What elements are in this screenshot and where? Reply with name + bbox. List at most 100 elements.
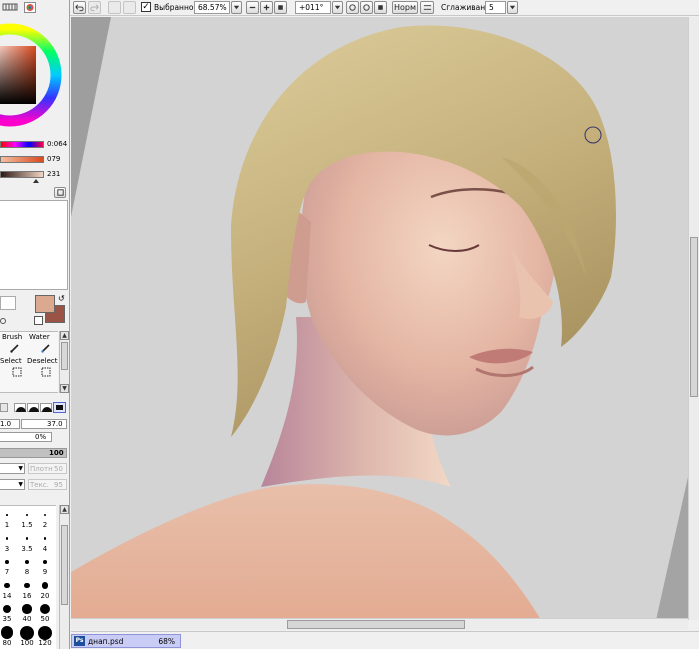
brush-shape-square[interactable] xyxy=(53,402,66,413)
brush-size-preset[interactable]: 1.5 xyxy=(18,508,36,531)
rotate-left-icon xyxy=(349,4,356,11)
brush-size-preset[interactable]: 8 xyxy=(18,555,36,578)
brush-size-preset[interactable]: 1 xyxy=(0,508,16,531)
tool-list-scroll-thumb[interactable] xyxy=(61,342,68,370)
rotate-right-button[interactable] xyxy=(360,1,373,14)
chevron-down-icon: ▼ xyxy=(18,481,23,488)
hue-slider[interactable] xyxy=(0,141,44,148)
brush-size-preset[interactable]: 35 xyxy=(0,602,16,625)
brush-size-preset[interactable]: 120 xyxy=(36,625,54,649)
brush-mode-dropdown[interactable]: ▼ xyxy=(0,463,25,474)
vertical-scroll-thumb[interactable] xyxy=(690,237,698,397)
brush-size-preset[interactable]: 80 xyxy=(0,626,16,649)
flip-canvas-button[interactable] xyxy=(420,1,434,14)
tool-list-scroll-up[interactable]: ▲ xyxy=(60,331,69,340)
canvas-area[interactable] xyxy=(71,17,688,620)
scratchpad-toggle-button[interactable] xyxy=(54,187,66,198)
size-multiplier-field[interactable]: 1.0 xyxy=(0,419,20,429)
brush-size-preset[interactable]: 3.5 xyxy=(18,532,36,555)
redo-icon xyxy=(90,4,99,12)
brush-shape-round-soft[interactable] xyxy=(40,403,52,412)
brush-size-dot xyxy=(24,559,30,565)
water-brush-icon xyxy=(41,344,50,353)
tool-list-scroll-down[interactable]: ▼ xyxy=(60,384,69,393)
color-panel-tabs xyxy=(0,1,40,14)
smoothing-dropdown[interactable] xyxy=(507,1,518,14)
brush-size-preset[interactable]: 20 xyxy=(36,579,54,602)
brush-size-dot xyxy=(38,625,52,640)
canvas-horizontal-scrollbar[interactable] xyxy=(71,618,688,630)
zoom-reset-button[interactable] xyxy=(274,1,287,14)
brush-size-preset[interactable]: 9 xyxy=(36,555,54,578)
tool-list-scrollbar[interactable]: ▲ ▼ xyxy=(59,331,69,393)
zoom-out-button[interactable] xyxy=(246,1,259,14)
rotate-left-button[interactable] xyxy=(346,1,359,14)
redo-button[interactable] xyxy=(88,1,101,14)
brush-size-label: 20 xyxy=(40,591,50,600)
tool-deselect[interactable]: Deselect xyxy=(27,356,58,378)
saturation-slider[interactable] xyxy=(0,156,44,163)
brush-size-dot xyxy=(22,604,32,614)
primary-color-swatch[interactable] xyxy=(35,295,55,313)
brush-shape-round-mid[interactable] xyxy=(27,403,39,412)
chevron-down-icon xyxy=(233,5,240,10)
brush-size-preset[interactable]: 14 xyxy=(0,579,16,602)
brush-size-scroll-up[interactable]: ▲ xyxy=(60,505,69,514)
document-tab[interactable]: Ps днап.psd 68% xyxy=(71,634,181,648)
rotation-dropdown[interactable] xyxy=(332,1,343,14)
color-mode-indicator xyxy=(0,296,16,310)
color-wheel[interactable] xyxy=(0,16,62,134)
tool-brush-label: Brush xyxy=(2,333,23,341)
deselect-toolbar-button[interactable] xyxy=(108,1,121,14)
palette-tab-icon[interactable] xyxy=(2,2,18,12)
texture-dropdown[interactable]: ▼ xyxy=(0,479,25,490)
brush-size-preset[interactable]: 4 xyxy=(36,532,54,555)
horizontal-scroll-thumb[interactable] xyxy=(287,620,465,629)
blend-mode-button[interactable]: Норм xyxy=(392,1,418,14)
minus-icon xyxy=(249,6,256,9)
value-slider[interactable] xyxy=(0,171,44,178)
brush-size-preset[interactable]: 50 xyxy=(36,602,54,625)
brush-size-label: 3.5 xyxy=(21,544,33,553)
painting-canvas[interactable] xyxy=(71,17,688,620)
brush-size-scrollbar[interactable]: ▲ xyxy=(59,505,69,649)
brush-size-dot xyxy=(24,582,30,589)
brush-size-preset[interactable]: 16 xyxy=(18,579,36,602)
brush-size-preset[interactable]: 3 xyxy=(0,532,16,555)
tool-list: Brush Water Select Deselect xyxy=(0,331,58,393)
zoom-field[interactable]: 68.57% xyxy=(194,1,230,14)
brush-size-dot xyxy=(2,604,12,614)
default-colors-icon[interactable] xyxy=(0,318,6,324)
reset-icon xyxy=(378,5,383,10)
hue-value: 0:064 xyxy=(47,140,68,148)
transparent-color-toggle[interactable] xyxy=(34,316,43,325)
texture-value: 95 xyxy=(54,481,63,489)
brush-size-scroll-thumb[interactable] xyxy=(61,525,68,605)
brush-size-dot xyxy=(5,560,9,564)
tool-brush[interactable]: Brush xyxy=(0,332,29,356)
undo-button[interactable] xyxy=(73,1,86,14)
density-value: 100 xyxy=(49,449,64,457)
zoom-in-button[interactable] xyxy=(260,1,273,14)
brush-size-preset[interactable]: 100 xyxy=(18,625,36,649)
rotation-reset-button[interactable] xyxy=(374,1,387,14)
tool-water[interactable]: Water xyxy=(29,332,58,356)
canvas-vertical-scrollbar[interactable] xyxy=(688,17,699,620)
invert-selection-button[interactable] xyxy=(123,1,136,14)
size-value: 37.0 xyxy=(47,420,63,428)
blending-label: Плотн xyxy=(30,465,53,473)
swap-colors-icon[interactable]: ↺ xyxy=(58,295,65,303)
brush-size-preset[interactable]: 2 xyxy=(36,508,54,531)
zoom-dropdown[interactable] xyxy=(231,1,242,14)
rotation-field[interactable]: +011° xyxy=(295,1,331,14)
brush-shape-round-hard[interactable] xyxy=(14,403,26,412)
scratchpad[interactable] xyxy=(0,200,68,290)
smoothing-field[interactable]: 5 xyxy=(485,1,506,14)
brush-size-preset[interactable]: 7 xyxy=(0,555,16,578)
tool-select[interactable]: Select xyxy=(0,356,29,378)
tool-select-label: Select xyxy=(0,357,22,365)
selection-checkbox[interactable]: ✓ xyxy=(141,2,151,12)
color-wheel-tab-icon[interactable] xyxy=(24,2,36,13)
brush-shape-0[interactable] xyxy=(0,403,8,412)
brush-size-preset[interactable]: 40 xyxy=(18,602,36,625)
